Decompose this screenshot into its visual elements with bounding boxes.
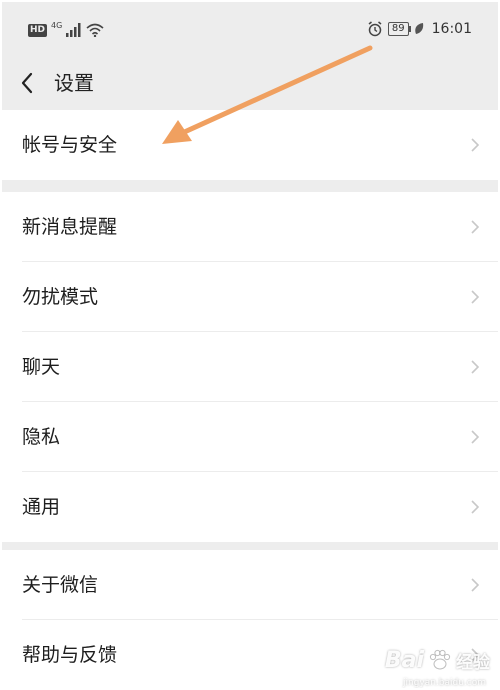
setting-item-label: 隐私 [22,426,61,448]
setting-item-do-not-disturb[interactable]: 勿扰模式 [2,262,498,332]
alarm-icon [368,21,382,37]
chevron-right-icon [471,430,480,444]
setting-item-label: 勿扰模式 [22,286,99,308]
paw-icon [429,649,451,670]
status-left: HD 4G [28,20,104,40]
back-arrow-icon[interactable] [18,71,38,95]
chevron-right-icon [471,220,480,234]
status-right: 89 16:01 [367,18,472,40]
setting-item-label: 帐号与安全 [22,134,118,156]
settings-group-general: 新消息提醒 勿扰模式 聊天 隐私 通用 [2,192,498,542]
network-type: 4G [51,20,63,30]
setting-item-label: 关于微信 [22,574,99,596]
setting-item-label: 通用 [22,496,61,518]
chevron-right-icon [471,138,480,152]
wifi-icon [86,23,104,37]
watermark-brand: Bai [384,647,424,673]
setting-item-label: 聊天 [22,356,61,378]
setting-item-label: 帮助与反馈 [22,644,118,666]
settings-group-account: 帐号与安全 [2,110,498,180]
chevron-right-icon [471,500,480,514]
watermark-url: jingyan.baidu.com [402,678,486,688]
setting-item-new-message-alert[interactable]: 新消息提醒 [2,192,498,262]
phone-screen: HD 4G 89 16:01 设置 帐号与安全 新消息提醒 勿扰模式 聊天 隐私… [2,2,498,688]
baidu-watermark: Bai 经验 [385,640,490,680]
setting-item-chat[interactable]: 聊天 [2,332,498,402]
watermark-sub: 经验 [456,652,490,673]
title-bar: 设置 [2,58,498,108]
chevron-right-icon [471,290,480,304]
setting-item-about-wechat[interactable]: 关于微信 [2,550,498,620]
battery-level: 89 [387,22,411,36]
hd-badge: HD [28,23,48,37]
setting-item-account-security[interactable]: 帐号与安全 [2,110,498,180]
setting-item-label: 新消息提醒 [22,216,118,238]
page-title: 设置 [54,71,94,95]
status-time: 16:01 [431,21,472,37]
signal-icon [66,23,81,37]
setting-item-privacy[interactable]: 隐私 [2,402,498,472]
setting-item-general[interactable]: 通用 [2,472,498,542]
status-bar: HD 4G 89 16:01 [2,2,498,58]
chevron-right-icon [471,360,480,374]
chevron-right-icon [471,578,480,592]
leaf-icon [414,23,423,34]
